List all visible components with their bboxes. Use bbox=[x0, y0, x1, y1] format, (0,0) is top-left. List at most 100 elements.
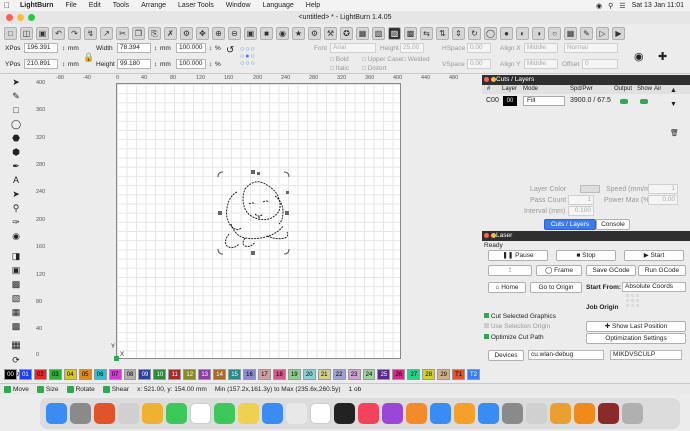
bold-checkbox[interactable]: □ Bold bbox=[330, 56, 349, 63]
font-height-input[interactable]: 25.00 bbox=[400, 43, 424, 53]
clock[interactable]: Sat 13 Jan 11:01 bbox=[632, 2, 684, 9]
run-gcode-button[interactable]: Run GCode bbox=[638, 265, 686, 276]
trash-dock-icon[interactable] bbox=[622, 403, 643, 424]
menu-window[interactable]: Window bbox=[220, 2, 257, 9]
wifi-icon[interactable]: ◉ bbox=[596, 2, 602, 10]
height-input[interactable]: 99.180 bbox=[117, 59, 151, 69]
zoom-out-icon[interactable]: ⊖ bbox=[228, 26, 241, 40]
tools-menu-icon[interactable]: ✚ bbox=[658, 50, 667, 63]
control-center-icon[interactable]: ☰ bbox=[619, 2, 625, 10]
camera-control-icon[interactable]: ◉ bbox=[634, 50, 644, 63]
calendar-icon[interactable] bbox=[190, 403, 211, 424]
distort-checkbox[interactable]: □ Distort bbox=[362, 65, 387, 72]
palette-swatch-27[interactable]: 27 bbox=[407, 368, 421, 380]
palette-swatch-05[interactable]: 05 bbox=[78, 368, 92, 380]
palette-swatch-02[interactable]: 02 bbox=[33, 368, 47, 380]
zoom-page-icon[interactable]: ■ bbox=[260, 26, 273, 40]
laser-panel-minimize-icon[interactable] bbox=[491, 233, 496, 238]
undo-icon[interactable]: ↶ bbox=[52, 26, 65, 40]
app-store-icon[interactable] bbox=[478, 403, 499, 424]
palette-swatch-16[interactable]: 16 bbox=[243, 368, 256, 380]
distribute-icon[interactable]: ▧ bbox=[372, 26, 385, 40]
italic-checkbox[interactable]: □ Italic bbox=[330, 65, 349, 72]
gear-icon[interactable]: ⚙ bbox=[308, 26, 321, 40]
menu-laser-tools[interactable]: Laser Tools bbox=[172, 2, 220, 9]
lock-icon[interactable]: 🔒 bbox=[83, 52, 94, 63]
workspace-canvas[interactable] bbox=[116, 83, 401, 359]
app-grid-icon[interactable] bbox=[94, 403, 115, 424]
tab-cuts-layers[interactable]: Cuts / Layers bbox=[544, 219, 596, 230]
align-center-icon[interactable]: ▣ bbox=[9, 264, 23, 276]
distribute-v-icon[interactable]: ▦ bbox=[9, 306, 23, 318]
palette-swatch-26[interactable]: 26 bbox=[392, 368, 406, 380]
aligny-select[interactable]: Middle bbox=[524, 59, 558, 69]
menu-help[interactable]: Help bbox=[300, 2, 326, 9]
open-file-icon[interactable]: ◫ bbox=[20, 26, 33, 40]
cut-selected-checkbox[interactable]: Cut Selected Graphics bbox=[484, 313, 556, 320]
measure-icon[interactable]: ▷ bbox=[596, 26, 609, 40]
panel-close-icon[interactable] bbox=[484, 77, 489, 82]
align-left-icon[interactable]: ◨ bbox=[9, 250, 23, 262]
flip-h-icon[interactable]: ⇆ bbox=[420, 26, 433, 40]
messages-icon[interactable] bbox=[166, 403, 187, 424]
row-layer-swatch[interactable]: 00 bbox=[503, 96, 517, 106]
palette-swatch-21[interactable]: 21 bbox=[317, 368, 331, 380]
trash-icon[interactable]: 🗑 bbox=[670, 129, 679, 137]
menu-edit[interactable]: Edit bbox=[83, 2, 107, 9]
save-file-icon[interactable]: ▣ bbox=[36, 26, 49, 40]
palette-swatch-20[interactable]: 20 bbox=[302, 368, 316, 380]
pause-button[interactable]: ❚❚ Pause bbox=[488, 250, 548, 261]
menu-file[interactable]: File bbox=[59, 2, 82, 9]
tool-frame-icon[interactable]: ★ bbox=[292, 26, 305, 40]
palette-swatch-09[interactable]: 09 bbox=[138, 368, 152, 380]
send-button[interactable]: ↥ bbox=[488, 265, 532, 276]
preview-app-icon[interactable] bbox=[526, 403, 547, 424]
move-up-icon[interactable]: ▲ bbox=[670, 87, 677, 94]
octagon-icon[interactable]: ⬢ bbox=[9, 146, 23, 158]
ypos-input[interactable]: 210.891 bbox=[24, 59, 58, 69]
menu-language[interactable]: Language bbox=[257, 2, 300, 9]
ungroup-icon[interactable]: ▩ bbox=[404, 26, 417, 40]
vlc-icon[interactable] bbox=[574, 403, 595, 424]
offset-tool-icon[interactable]: ◉ bbox=[9, 230, 23, 242]
palette-swatch-29[interactable]: 29 bbox=[437, 368, 451, 380]
system-icon[interactable] bbox=[118, 403, 139, 424]
copy-icon[interactable]: ❐ bbox=[132, 26, 145, 40]
height-percent-stepper[interactable]: ↕ bbox=[209, 61, 212, 68]
text-icon[interactable]: A bbox=[9, 174, 23, 186]
boolean-subtract-icon[interactable]: ◐ bbox=[516, 26, 529, 40]
font-select[interactable]: Arial bbox=[330, 43, 376, 53]
notes-icon[interactable] bbox=[238, 403, 259, 424]
cut-icon[interactable]: ✂ bbox=[116, 26, 129, 40]
mirror-icon[interactable]: ⇕ bbox=[452, 26, 465, 40]
palette-swatch-14[interactable]: 14 bbox=[213, 368, 227, 380]
position-icon[interactable]: ➤ bbox=[9, 188, 23, 200]
pass-count-input[interactable]: 1 bbox=[568, 195, 594, 205]
save-gcode-button[interactable]: Save GCode bbox=[586, 265, 636, 276]
anchor-grid-icon[interactable]: ○○○ ○●○ ○○○ bbox=[240, 46, 256, 67]
start-button[interactable]: ▶ Start bbox=[624, 250, 684, 261]
polygon-icon[interactable]: ⬣ bbox=[9, 132, 23, 144]
finder-icon[interactable] bbox=[46, 403, 67, 424]
paste-icon[interactable]: ⎘ bbox=[148, 26, 161, 40]
music-icon[interactable] bbox=[358, 403, 379, 424]
menu-tools[interactable]: Tools bbox=[107, 2, 135, 9]
start-from-select[interactable]: Absolute Coords bbox=[622, 282, 686, 292]
boolean-union-icon[interactable]: ● bbox=[500, 26, 513, 40]
offset-icon[interactable]: ○ bbox=[548, 26, 561, 40]
select-arrow-icon[interactable]: ➤ bbox=[9, 76, 23, 88]
pin-icon[interactable]: ⚲ bbox=[9, 202, 23, 214]
group-icon[interactable]: ▨ bbox=[388, 26, 401, 40]
palette-swatch-06[interactable]: 06 bbox=[93, 368, 107, 380]
width-input[interactable]: 78.394 bbox=[117, 43, 151, 53]
flip-v-icon[interactable]: ⇅ bbox=[436, 26, 449, 40]
row-show-toggle[interactable] bbox=[640, 99, 648, 104]
podcasts-icon[interactable] bbox=[382, 403, 403, 424]
speed-input[interactable]: 1 bbox=[648, 184, 678, 194]
palette-swatch-15[interactable]: 15 bbox=[228, 368, 241, 380]
width-percent-input[interactable]: 100.000 bbox=[176, 43, 206, 53]
delete-icon[interactable]: ✗ bbox=[164, 26, 177, 40]
palette-swatch-23[interactable]: 23 bbox=[347, 368, 361, 380]
palette-swatch-08[interactable]: 08 bbox=[123, 368, 137, 380]
close-window-icon[interactable] bbox=[6, 14, 13, 21]
